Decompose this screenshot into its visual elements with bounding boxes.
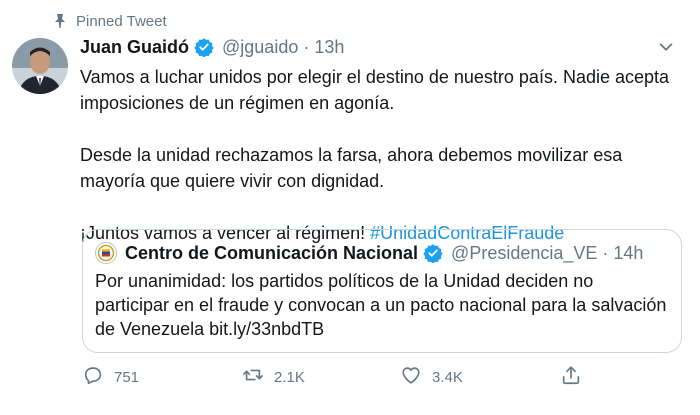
- tweet[interactable]: Juan Guaidó @jguaido · 13h Vamos a lucha…: [80, 34, 690, 246]
- tweet-time[interactable]: 13h: [314, 37, 344, 58]
- pin-icon: [52, 13, 68, 29]
- tweet-header: Juan Guaidó @jguaido · 13h: [80, 34, 690, 60]
- tweet-actions: 751 2.1K 3.4K: [82, 362, 682, 392]
- quoted-tweet[interactable]: Centro de Comunicación Nacional @Preside…: [82, 229, 682, 353]
- quoted-tweet-text: Por unanimidad: los partidos políticos d…: [95, 271, 667, 339]
- verified-icon: [423, 243, 443, 264]
- quoted-tweet-header: Centro de Comunicación Nacional @Preside…: [95, 239, 669, 267]
- quoted-author-handle[interactable]: @Presidencia_VE: [451, 243, 597, 264]
- separator: ·: [602, 242, 609, 263]
- share-button[interactable]: [560, 364, 582, 390]
- reply-icon: [82, 364, 104, 390]
- separator: ·: [303, 36, 310, 57]
- reply-count: 751: [114, 368, 140, 386]
- reply-button[interactable]: 751: [82, 364, 139, 390]
- pinned-indicator: Pinned Tweet: [52, 10, 167, 32]
- quoted-tweet-time[interactable]: 14h: [613, 243, 643, 264]
- tweet-paragraph-2: Desde la unidad rechazamos la farsa, aho…: [80, 145, 623, 191]
- retweet-button[interactable]: 2.1K: [242, 364, 305, 390]
- pinned-label: Pinned Tweet: [76, 12, 167, 30]
- author-name[interactable]: Juan Guaidó: [80, 37, 189, 58]
- retweet-icon: [242, 364, 264, 390]
- author-handle[interactable]: @jguaido: [222, 37, 298, 58]
- quoted-author-name[interactable]: Centro de Comunicación Nacional: [125, 243, 418, 264]
- tweet-paragraph-1: Vamos a luchar unidos por elegir el dest…: [80, 67, 670, 113]
- quoted-avatar: [95, 242, 117, 264]
- retweet-count: 2.1K: [274, 368, 305, 386]
- avatar[interactable]: [12, 38, 68, 94]
- chevron-down-icon[interactable]: [656, 37, 676, 57]
- share-icon: [560, 364, 582, 390]
- like-count: 3.4K: [432, 368, 463, 386]
- like-icon: [400, 364, 422, 390]
- like-button[interactable]: 3.4K: [400, 364, 463, 390]
- verified-icon: [194, 37, 214, 58]
